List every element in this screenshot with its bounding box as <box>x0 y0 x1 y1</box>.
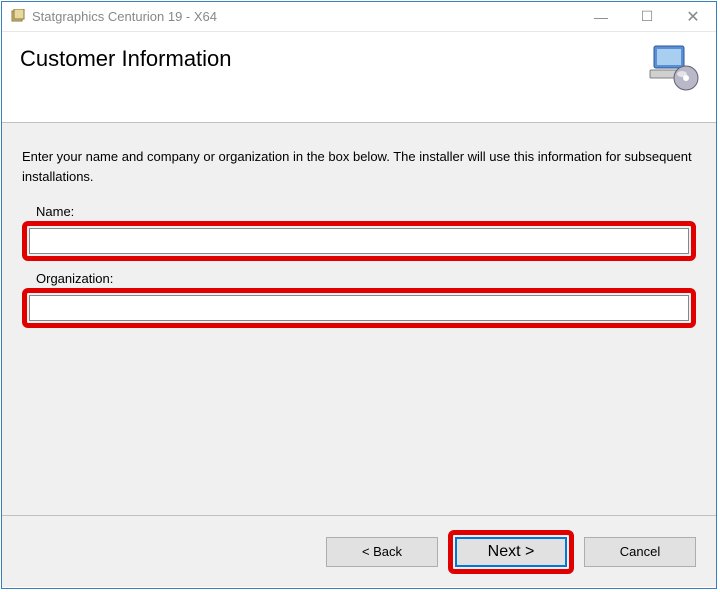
close-button[interactable]: ✕ <box>670 2 716 31</box>
window-title: Statgraphics Centurion 19 - X64 <box>32 9 578 24</box>
back-button[interactable]: < Back <box>326 537 438 567</box>
titlebar: Statgraphics Centurion 19 - X64 — ☐ ✕ <box>2 2 716 32</box>
window-controls: — ☐ ✕ <box>578 2 716 31</box>
header-area: Customer Information <box>2 32 716 122</box>
maximize-button: ☐ <box>624 2 670 31</box>
organization-input[interactable] <box>29 295 689 321</box>
organization-field-group: Organization: <box>22 271 696 328</box>
name-field-group: Name: <box>22 204 696 261</box>
next-highlight: Next > <box>448 530 574 574</box>
installer-window: Statgraphics Centurion 19 - X64 — ☐ ✕ Cu… <box>1 1 717 589</box>
content-area: Enter your name and company or organizat… <box>2 123 716 515</box>
instruction-text: Enter your name and company or organizat… <box>22 147 696 186</box>
next-button[interactable]: Next > <box>455 537 567 567</box>
organization-highlight <box>22 288 696 328</box>
page-title: Customer Information <box>20 46 232 72</box>
cancel-button[interactable]: Cancel <box>584 537 696 567</box>
installer-icon <box>10 9 26 25</box>
name-highlight <box>22 221 696 261</box>
button-bar: < Back Next > Cancel <box>2 515 716 587</box>
organization-label: Organization: <box>36 271 696 286</box>
minimize-button[interactable]: — <box>578 2 624 31</box>
name-input[interactable] <box>29 228 689 254</box>
computer-disc-icon <box>648 42 700 99</box>
name-label: Name: <box>36 204 696 219</box>
